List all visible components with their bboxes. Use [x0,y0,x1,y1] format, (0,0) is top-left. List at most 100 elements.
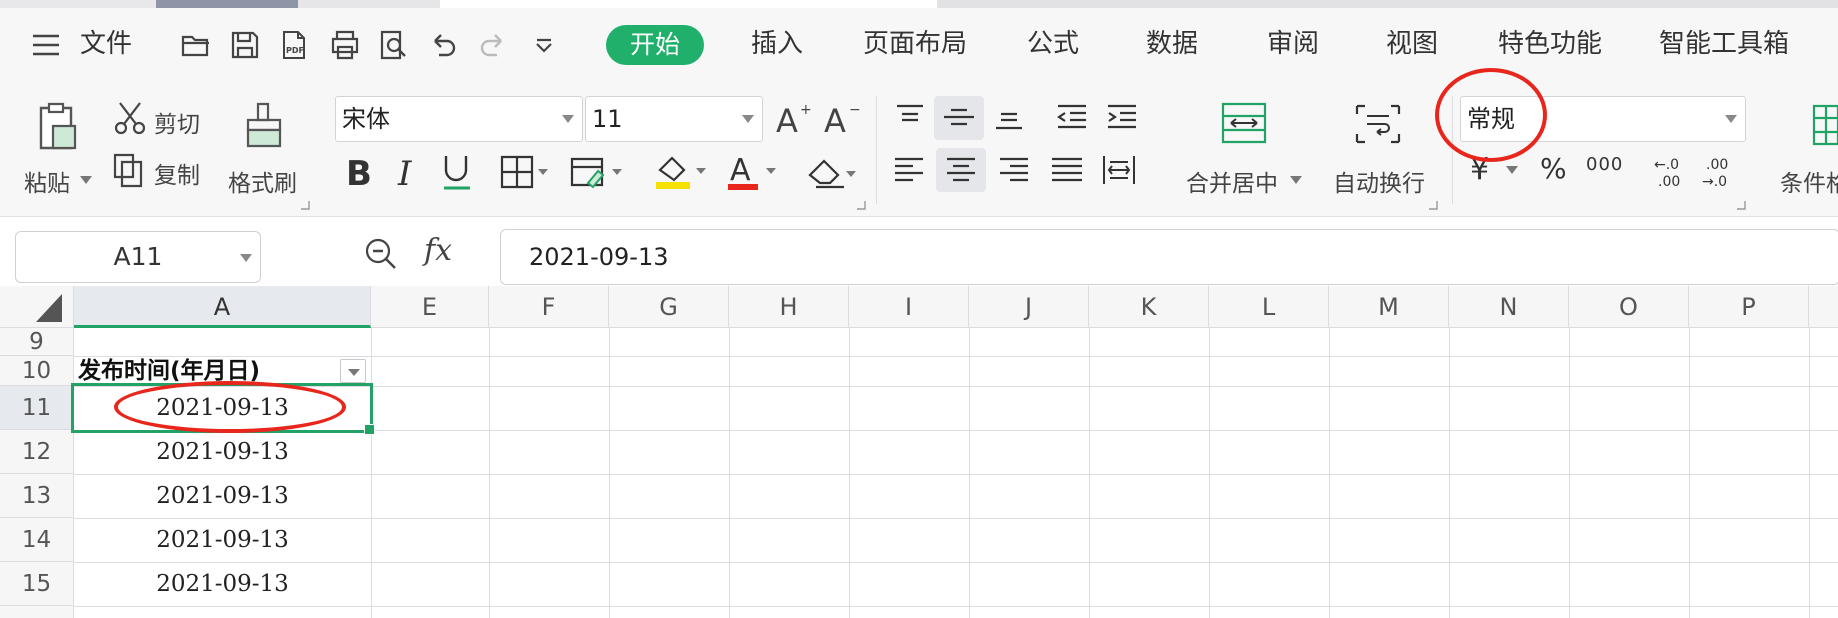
clipboard-group-launcher-icon[interactable] [300,200,310,210]
fx-label[interactable]: fx [424,233,452,268]
tab-review[interactable]: 审阅 [1267,8,1319,80]
underline-icon[interactable] [440,152,474,192]
justify-icon[interactable] [1050,155,1084,185]
scissors-icon[interactable] [112,100,148,136]
increase-font-size-icon[interactable]: A + [776,102,812,136]
cell-style-icon[interactable] [570,155,626,189]
wrap-text-label[interactable]: 自动换行 [1333,164,1425,198]
cell-a13[interactable]: 2021-09-13 [74,474,371,518]
decrease-font-size-icon[interactable]: A − [824,102,860,136]
merge-center-label[interactable]: 合并居中 [1186,164,1278,198]
row-header-10[interactable]: 10 [0,356,74,386]
column-header-k[interactable]: K [1089,286,1209,328]
column-header-a[interactable]: A [74,286,371,328]
tab-strip-right[interactable] [937,0,1838,8]
column-header-n[interactable]: N [1449,286,1569,328]
format-painter-icon[interactable] [244,102,284,152]
align-right-icon[interactable] [996,155,1030,185]
number-group-launcher-icon[interactable] [1736,200,1746,210]
increase-decimal-icon[interactable]: ←.0.00 [1650,154,1686,190]
align-bottom-icon[interactable] [992,102,1026,132]
paste-label[interactable]: 粘贴 [24,164,70,198]
select-all-corner[interactable] [0,286,74,328]
fill-handle[interactable] [364,424,375,435]
file-menu[interactable]: 文件 [80,8,132,80]
format-painter-label[interactable]: 格式刷 [228,164,297,198]
column-header-p[interactable]: P [1689,286,1809,328]
align-middle-icon[interactable] [942,102,976,132]
clear-format-icon[interactable] [806,155,860,191]
name-box[interactable]: A11 [15,231,261,283]
paste-dropdown-icon[interactable] [80,176,92,186]
percent-format-button[interactable]: % [1540,152,1567,185]
customize-toolbar-icon[interactable] [528,29,560,61]
save-icon[interactable] [229,29,261,61]
alignment-group-launcher-icon[interactable] [1428,200,1438,210]
tab-smart-toolbox[interactable]: 智能工具箱 [1659,8,1789,80]
column-header-h[interactable]: H [729,286,849,328]
row-header-12[interactable]: 12 [0,430,74,474]
wrap-text-icon[interactable] [1355,104,1401,144]
column-header-i[interactable]: I [849,286,969,328]
thousands-separator-button[interactable]: 000 [1586,154,1623,175]
decrease-indent-icon[interactable] [1054,102,1088,132]
export-pdf-icon[interactable]: PDF [278,29,310,61]
distributed-align-icon[interactable] [1102,154,1136,186]
row-header-15[interactable]: 15 [0,562,74,606]
italic-icon[interactable]: I [396,152,422,192]
undo-icon[interactable] [427,29,459,61]
font-name-select[interactable]: 宋体 [335,96,583,142]
align-center-icon[interactable] [944,155,978,185]
print-preview-icon[interactable] [377,29,409,61]
row-header-14[interactable]: 14 [0,518,74,562]
decrease-decimal-icon[interactable]: .00 →.0 [1700,154,1736,190]
merge-center-icon[interactable] [1221,102,1267,144]
column-header-m[interactable]: M [1329,286,1449,328]
align-left-icon[interactable] [893,155,927,185]
increase-indent-icon[interactable] [1104,102,1138,132]
merge-center-dropdown-icon[interactable] [1290,176,1302,186]
print-icon[interactable] [329,29,361,61]
filter-dropdown-button[interactable] [340,359,366,383]
borders-icon[interactable] [500,155,550,189]
align-top-icon[interactable] [893,102,927,132]
tab-strip-middle[interactable] [298,0,440,8]
font-color-icon[interactable]: A [726,152,780,192]
row-header-13[interactable]: 13 [0,474,74,518]
currency-dropdown-icon[interactable] [1506,166,1518,176]
cut-label[interactable]: 剪切 [154,105,200,139]
hamburger-menu-icon[interactable] [30,29,62,61]
fill-color-icon[interactable] [654,152,710,192]
tab-home[interactable]: 开始 [606,25,704,65]
column-header-l[interactable]: L [1209,286,1329,328]
tab-strip-active[interactable] [156,0,298,8]
tab-special-features[interactable]: 特色功能 [1498,8,1602,80]
tab-insert[interactable]: 插入 [751,8,803,80]
conditional-format-icon[interactable] [1810,104,1838,146]
formula-input[interactable]: 2021-09-13 [500,229,1838,285]
tab-data[interactable]: 数据 [1146,8,1198,80]
column-header-g[interactable]: G [609,286,729,328]
font-group-launcher-icon[interactable] [856,200,866,210]
row-header-16[interactable] [0,606,74,618]
tab-page-layout[interactable]: 页面布局 [863,8,967,80]
row-header-11[interactable]: 11 [0,386,74,430]
tab-formulas[interactable]: 公式 [1027,8,1079,80]
cell-a12[interactable]: 2021-09-13 [74,430,371,474]
tab-strip-left[interactable] [0,0,156,8]
paste-icon[interactable] [35,102,79,152]
column-header-q[interactable] [1809,286,1838,328]
cell-a14[interactable]: 2021-09-13 [74,518,371,562]
cell-a15[interactable]: 2021-09-13 [74,562,371,606]
tab-view[interactable]: 视图 [1386,8,1438,80]
zoom-search-icon[interactable] [364,237,398,271]
column-header-j[interactable]: J [969,286,1089,328]
bold-icon[interactable]: B [344,152,374,192]
column-header-f[interactable]: F [489,286,609,328]
open-folder-icon[interactable] [180,29,212,61]
copy-label[interactable]: 复制 [154,156,200,190]
copy-icon[interactable] [112,152,144,188]
row-header-9[interactable]: 9 [0,328,74,356]
conditional-format-label[interactable]: 条件格 [1780,164,1838,198]
redo-icon[interactable] [477,29,509,61]
